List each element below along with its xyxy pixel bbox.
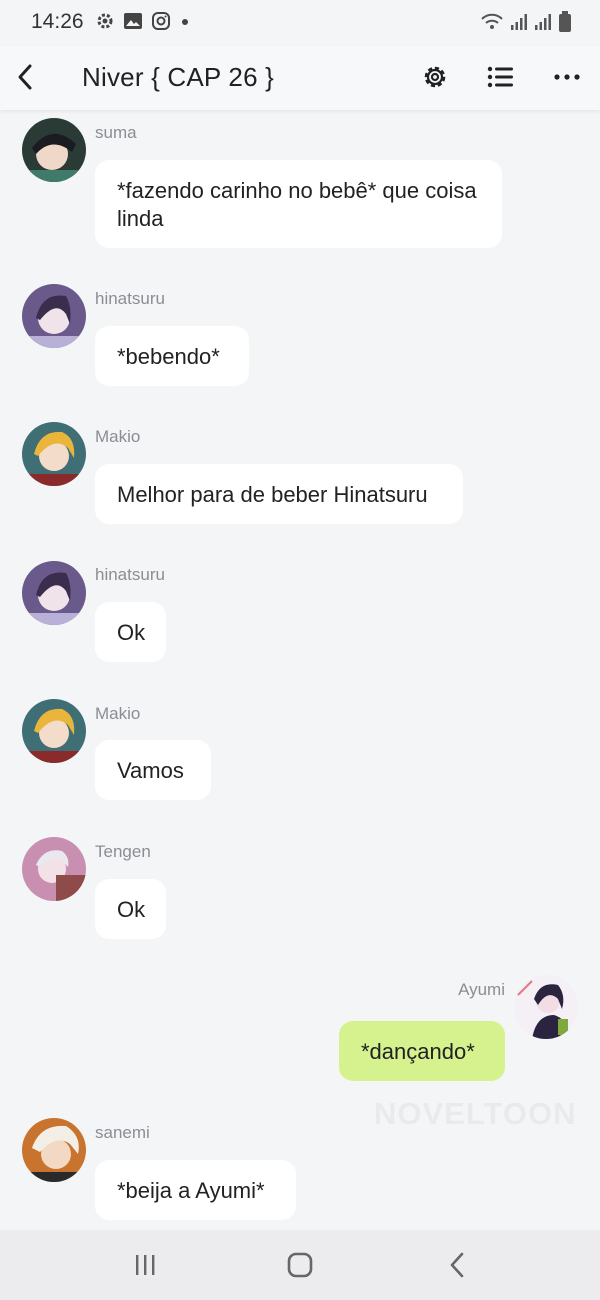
avatar[interactable] [22, 284, 86, 348]
battery-icon [558, 11, 572, 38]
message-bubble[interactable]: Ok [95, 879, 166, 939]
avatar[interactable] [514, 975, 578, 1039]
username: Makio [95, 704, 141, 723]
recent-apps-icon[interactable] [125, 1248, 165, 1282]
page-title: Niver { CAP 26 } [82, 62, 275, 92]
gear-icon [95, 11, 115, 36]
watermark: NOVELTOON [374, 1096, 576, 1132]
navigation-bar [0, 1230, 600, 1300]
avatar[interactable] [22, 699, 86, 763]
username: suma [95, 123, 137, 142]
message-bubble[interactable]: Vamos [95, 740, 211, 800]
chat-header: Niver { CAP 26 } [0, 46, 600, 110]
message-bubble[interactable]: *bebendo* [95, 326, 249, 386]
list-icon[interactable] [483, 60, 519, 94]
avatar[interactable] [22, 837, 86, 901]
message-bubble-own[interactable]: *dançando* [339, 1021, 505, 1081]
settings-icon[interactable] [417, 60, 453, 94]
username: Ayumi [458, 980, 505, 999]
chevron-left-icon[interactable] [10, 60, 40, 94]
image-icon [123, 12, 143, 35]
username: Makio [95, 427, 141, 446]
username: hinatsuru [95, 289, 165, 308]
back-icon[interactable] [437, 1248, 477, 1282]
avatar[interactable] [22, 422, 86, 486]
avatar[interactable] [22, 1118, 86, 1182]
message-bubble[interactable]: Melhor para de beber Hinatsuru [95, 464, 463, 524]
home-icon[interactable] [280, 1248, 320, 1282]
more-icon[interactable] [549, 60, 585, 94]
avatar[interactable] [22, 118, 86, 182]
dot-icon [179, 15, 191, 33]
username: sanemi [95, 1123, 150, 1142]
signal-icon [510, 13, 528, 36]
message-bubble[interactable]: *fazendo carinho no bebê* que coisa lind… [95, 160, 502, 248]
signal-icon [534, 13, 552, 36]
status-time: 14:26 [31, 10, 84, 33]
message-bubble[interactable]: *beija a Ayumi* [95, 1160, 296, 1220]
status-bar: 14:26 [0, 0, 600, 46]
message-bubble[interactable]: Ok [95, 602, 166, 662]
username: hinatsuru [95, 565, 165, 584]
username: Tengen [95, 842, 151, 861]
avatar[interactable] [22, 561, 86, 625]
wifi-icon [480, 12, 504, 37]
instagram-icon [151, 11, 171, 36]
